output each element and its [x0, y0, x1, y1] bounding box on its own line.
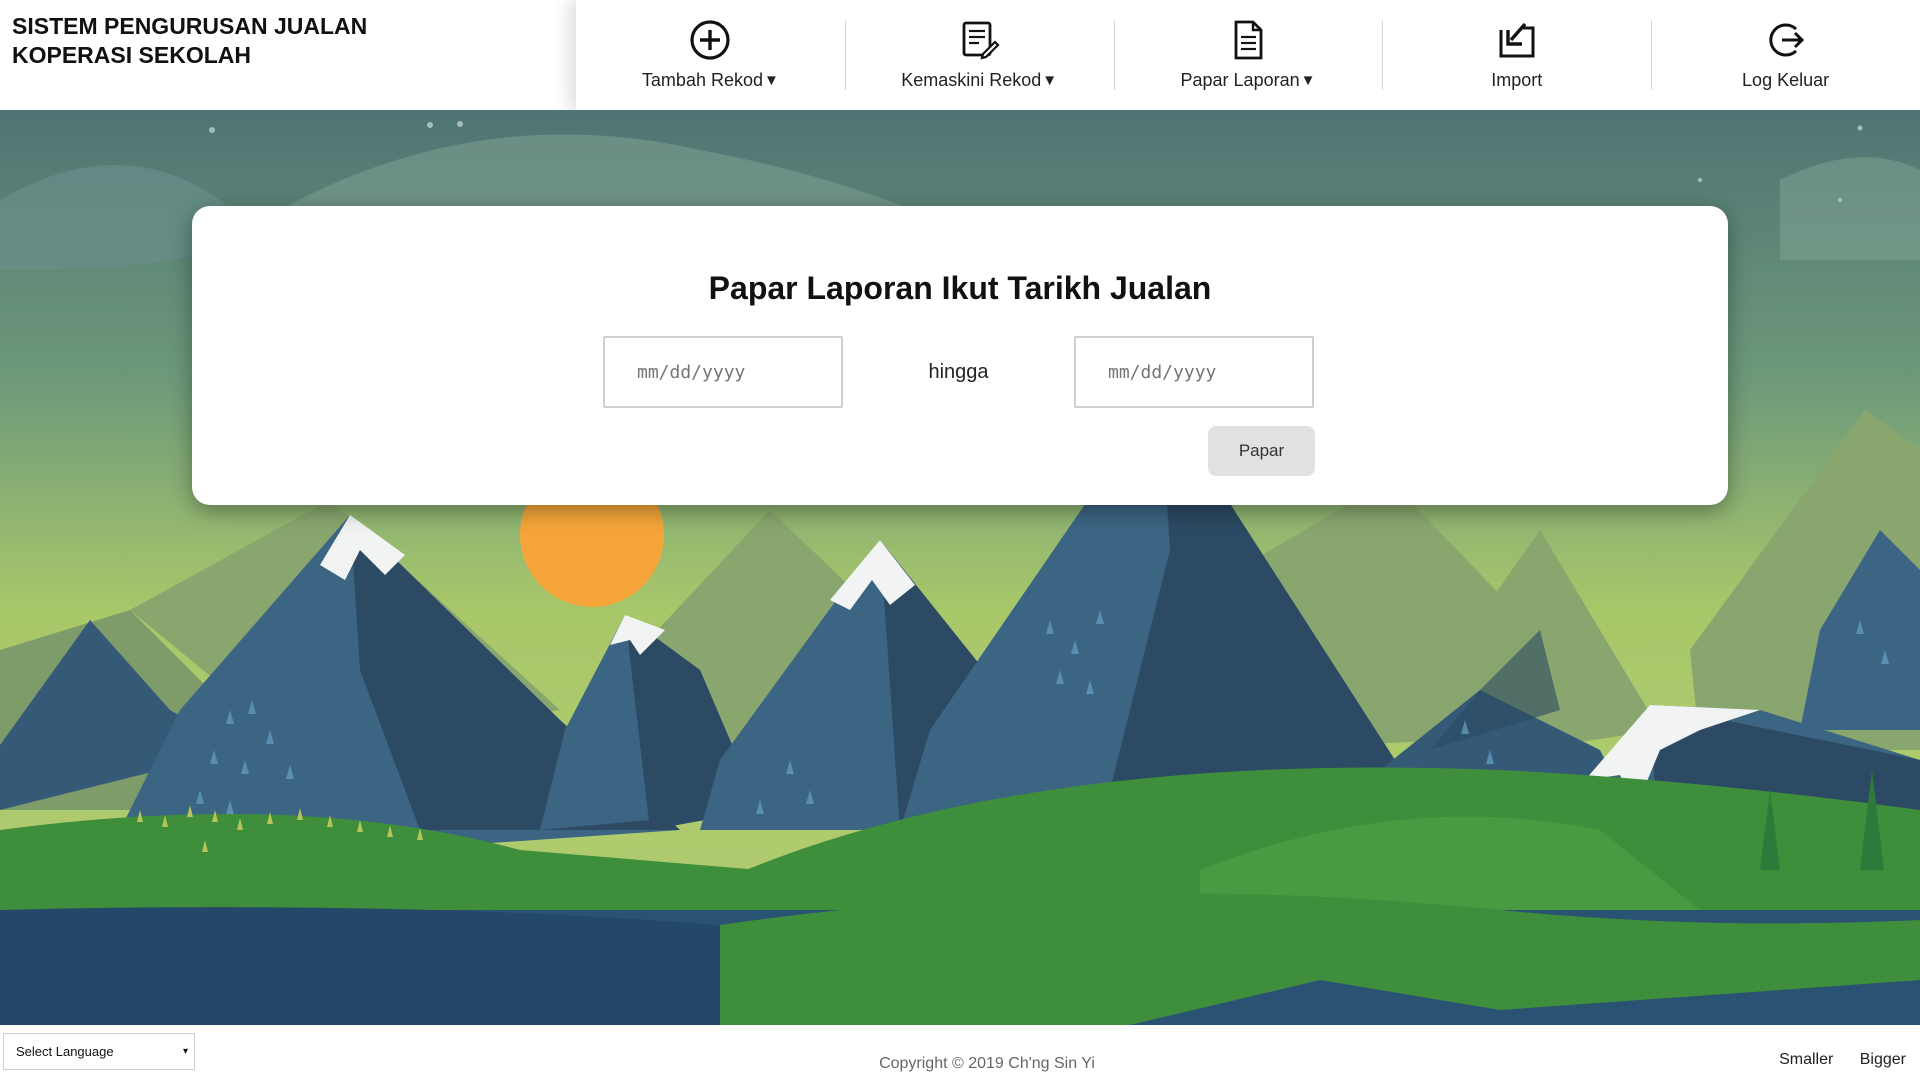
nav-label-papar-laporan: Papar Laporan	[1180, 70, 1300, 90]
app-title: SISTEM PENGURUSAN JUALAN KOPERASI SEKOLA…	[12, 12, 572, 70]
chevron-down-icon: ▼	[1300, 72, 1316, 89]
chevron-down-icon: ▼	[764, 72, 779, 89]
nav-papar-laporan[interactable]: Papar Laporan ▼	[1113, 0, 1383, 110]
logout-icon	[1764, 18, 1808, 62]
app-title-line-2: KOPERASI SEKOLAH	[12, 42, 251, 68]
nav-kemaskini-rekod[interactable]: Kemaskini Rekod ▼	[844, 0, 1114, 110]
footer: Select Language ▾ Copyright © 2019 Ch'ng…	[0, 1025, 1920, 1080]
edit-document-icon	[957, 18, 1001, 62]
chevron-down-icon: ▼	[1042, 72, 1058, 89]
copyright-text: Copyright © 2019 Ch'ng Sin Yi	[879, 1055, 1095, 1072]
nav-import[interactable]: Import	[1382, 0, 1651, 110]
nav-label-kemaskini-rekod: Kemaskini Rekod	[901, 70, 1042, 90]
header: SISTEM PENGURUSAN JUALAN KOPERASI SEKOLA…	[0, 0, 1920, 110]
report-title: Papar Laporan Ikut Tarikh Jualan	[708, 270, 1212, 306]
nav-label-import: Import	[1491, 70, 1543, 90]
date-from-input[interactable]	[603, 336, 843, 408]
import-icon	[1495, 18, 1539, 62]
plus-circle-icon	[688, 18, 732, 62]
nav-log-keluar[interactable]: Log Keluar	[1651, 0, 1920, 110]
nav-label-tambah-rekod: Tambah Rekod	[641, 70, 763, 90]
date-to-input[interactable]	[1074, 336, 1314, 408]
nav-label-log-keluar: Log Keluar	[1742, 70, 1830, 90]
bigger-text-button[interactable]: Bigger	[1860, 1051, 1906, 1068]
app-title-line-1: SISTEM PENGURUSAN JUALAN	[12, 13, 368, 39]
date-range-separator: hingga	[928, 361, 989, 383]
main-nav: Tambah Rekod ▼ Kemaskini Rekod ▼ Papar Lap…	[576, 0, 1920, 110]
nav-tambah-rekod[interactable]: Tambah Rekod ▼	[576, 0, 845, 110]
document-icon	[1226, 18, 1270, 62]
font-size-controls: Smaller Bigger	[1757, 1051, 1906, 1069]
papar-button[interactable]: Papar	[1208, 426, 1315, 476]
smaller-text-button[interactable]: Smaller	[1779, 1051, 1833, 1068]
report-card: Papar Laporan Ikut Tarikh Jualan hingga …	[192, 206, 1728, 505]
